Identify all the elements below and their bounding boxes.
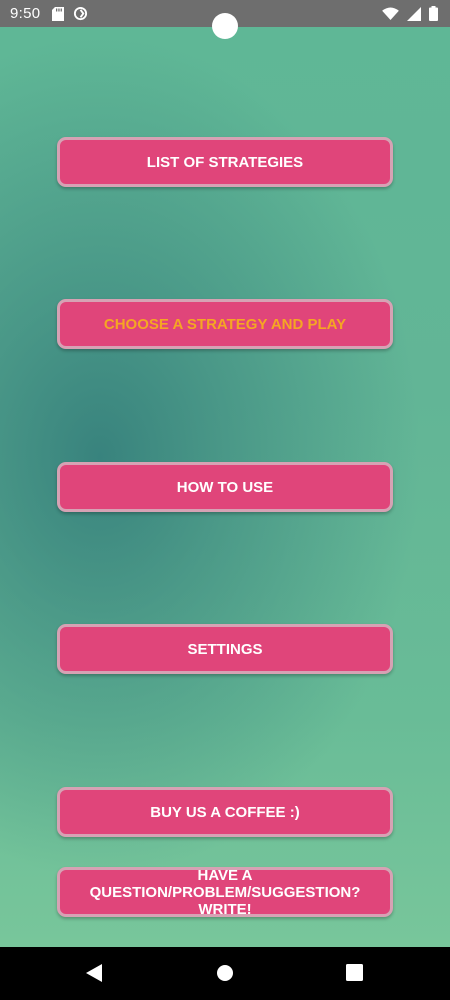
recents-icon[interactable] [346, 964, 363, 986]
status-time: 9:50 [10, 5, 41, 22]
wifi-icon [382, 7, 399, 20]
main-menu-screen: LIST OF STRATEGIES CHOOSE A STRATEGY AND… [0, 27, 450, 947]
buy-us-a-coffee-button[interactable]: BUY US A COFFEE :) [57, 787, 393, 837]
back-icon[interactable] [86, 964, 102, 987]
choose-strategy-and-play-button[interactable]: CHOOSE A STRATEGY AND PLAY [57, 299, 393, 349]
cellular-signal-icon [407, 6, 421, 21]
camera-cutout [212, 13, 238, 39]
system-navigation-bar [0, 947, 450, 1000]
home-icon[interactable] [216, 964, 234, 987]
list-of-strategies-button[interactable]: LIST OF STRATEGIES [57, 137, 393, 187]
sync-icon [73, 6, 88, 21]
settings-button[interactable]: SETTINGS [57, 624, 393, 674]
battery-icon [429, 6, 438, 21]
feedback-button[interactable]: HAVE A QUESTION/PROBLEM/SUGGESTION? WRIT… [57, 867, 393, 918]
sd-card-icon [52, 6, 65, 21]
how-to-use-button[interactable]: HOW TO USE [57, 462, 393, 512]
